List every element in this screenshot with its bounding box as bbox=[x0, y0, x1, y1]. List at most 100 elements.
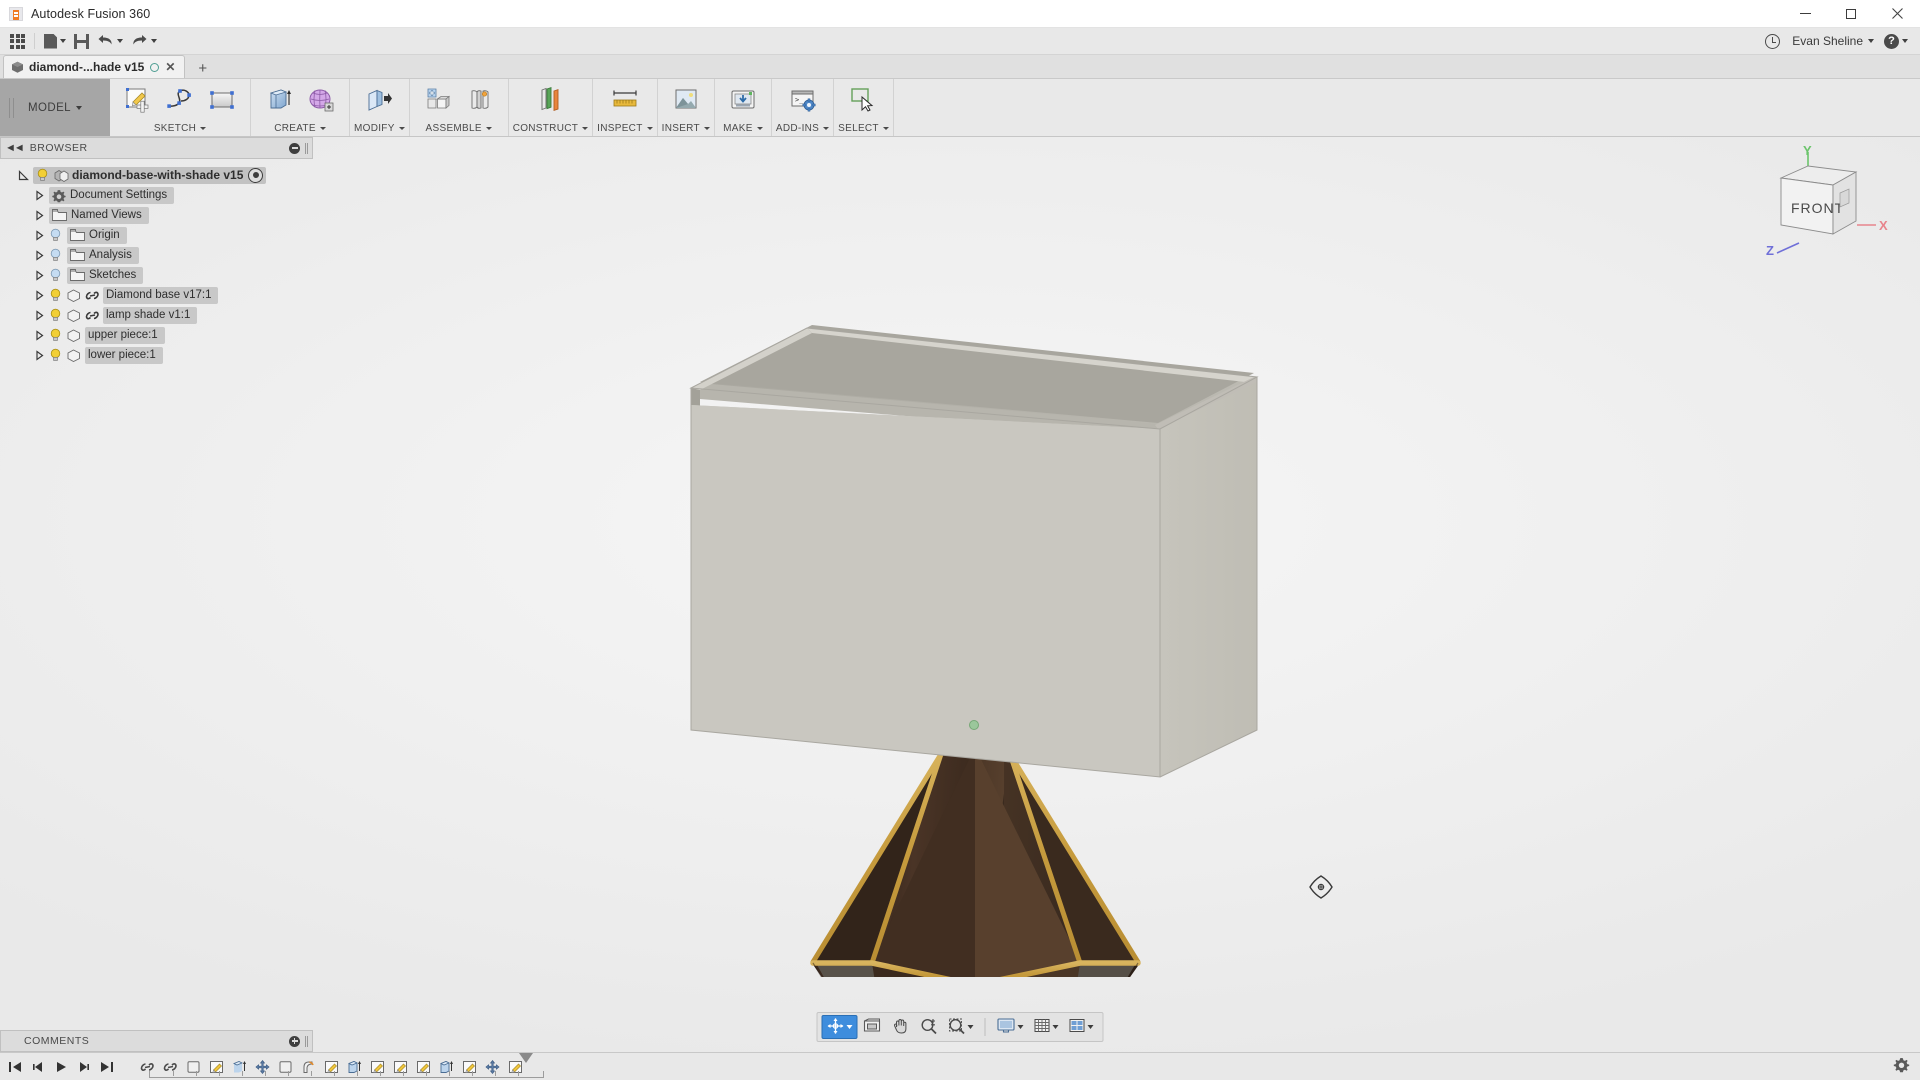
panel-grip-icon[interactable] bbox=[305, 1035, 308, 1047]
expand-arrow-icon[interactable] bbox=[32, 188, 46, 202]
visibility-bulb-icon[interactable] bbox=[49, 248, 62, 262]
minus-circle-icon[interactable] bbox=[289, 142, 300, 154]
tree-item-analysis[interactable]: Analysis bbox=[0, 245, 313, 265]
create-sketch-icon[interactable] bbox=[118, 81, 158, 119]
expand-arrow-icon[interactable] bbox=[32, 268, 46, 282]
ribbon-group-label-assemble[interactable]: ASSEMBLE bbox=[414, 120, 504, 136]
redo-button[interactable] bbox=[127, 30, 161, 52]
extrude-icon[interactable] bbox=[259, 81, 299, 119]
look-at-button[interactable] bbox=[858, 1015, 887, 1039]
collapse-left-icon[interactable]: ◄◄ bbox=[5, 142, 25, 154]
ribbon-group-label-inspect[interactable]: INSPECT bbox=[597, 120, 653, 136]
document-tab-active[interactable]: diamond-...hade v15 ✕ bbox=[3, 55, 186, 78]
viewports-button[interactable] bbox=[1064, 1015, 1099, 1039]
press-pull-icon[interactable] bbox=[359, 81, 399, 119]
visibility-bulb-icon[interactable] bbox=[49, 328, 62, 342]
file-menu-button[interactable] bbox=[40, 30, 70, 52]
expand-arrow-icon[interactable] bbox=[32, 228, 46, 242]
undo-button[interactable] bbox=[93, 30, 127, 52]
job-status-button[interactable] bbox=[1761, 30, 1784, 52]
ribbon-group-label-create[interactable]: CREATE bbox=[255, 120, 345, 136]
ribbon-group-label-insert[interactable]: INSERT bbox=[662, 120, 710, 136]
offset-plane-icon[interactable] bbox=[530, 81, 570, 119]
sculpt-form-icon[interactable] bbox=[301, 81, 341, 119]
visibility-bulb-icon[interactable] bbox=[49, 348, 62, 362]
chevron-down-icon[interactable] bbox=[846, 1025, 853, 1029]
undo-icon bbox=[97, 33, 114, 50]
tree-item-named-views[interactable]: Named Views bbox=[0, 205, 313, 225]
go-to-beginning-button[interactable] bbox=[4, 1056, 26, 1078]
scripts-addins-icon[interactable]: >_ bbox=[783, 81, 823, 119]
display-settings-button[interactable] bbox=[992, 1015, 1029, 1039]
tree-item-root[interactable]: diamond-base-with-shade v15 bbox=[0, 165, 313, 185]
spline-icon[interactable] bbox=[160, 81, 200, 119]
chevron-down-icon[interactable] bbox=[1052, 1025, 1059, 1029]
ribbon-group-label-modify[interactable]: MODIFY bbox=[354, 120, 405, 136]
expand-arrow-icon[interactable] bbox=[32, 308, 46, 322]
expand-arrow-icon[interactable] bbox=[32, 328, 46, 342]
orbit-button[interactable] bbox=[821, 1015, 858, 1039]
select-window-icon[interactable] bbox=[843, 81, 883, 119]
zoom-button[interactable] bbox=[915, 1015, 943, 1039]
workspace-selector[interactable]: MODEL bbox=[0, 79, 110, 136]
tree-item-document-settings[interactable]: Document Settings bbox=[0, 185, 313, 205]
visibility-bulb-icon[interactable] bbox=[49, 268, 62, 282]
visibility-bulb-icon[interactable] bbox=[36, 168, 49, 182]
step-forward-button[interactable] bbox=[73, 1056, 95, 1078]
play-button[interactable] bbox=[50, 1056, 72, 1078]
tree-item-lamp-shade[interactable]: lamp shade v1:1 bbox=[0, 305, 313, 325]
new-tab-button[interactable]: + bbox=[192, 61, 213, 78]
tree-item-diamond-base[interactable]: Diamond base v17:1 bbox=[0, 285, 313, 305]
3d-print-icon[interactable] bbox=[723, 81, 763, 119]
insert-decal-icon[interactable] bbox=[666, 81, 706, 119]
close-button[interactable] bbox=[1874, 0, 1920, 28]
visibility-bulb-icon[interactable] bbox=[49, 228, 62, 242]
tree-item-upper-piece[interactable]: upper piece:1 bbox=[0, 325, 313, 345]
tree-item-origin[interactable]: Origin bbox=[0, 225, 313, 245]
ribbon-group-label-select[interactable]: SELECT bbox=[838, 120, 889, 136]
visibility-bulb-icon[interactable] bbox=[49, 308, 62, 322]
ribbon-group-label-sketch[interactable]: SKETCH bbox=[114, 120, 246, 136]
ribbon-group-label-make[interactable]: MAKE bbox=[719, 120, 767, 136]
tree-item-lower-piece[interactable]: lower piece:1 bbox=[0, 345, 313, 365]
browser-header: ◄◄ BROWSER bbox=[0, 137, 313, 159]
joint-icon[interactable] bbox=[460, 81, 500, 119]
timeline-marker[interactable] bbox=[519, 1052, 533, 1063]
expand-arrow-icon[interactable] bbox=[32, 208, 46, 222]
plus-circle-icon[interactable] bbox=[289, 1035, 300, 1047]
help-button[interactable]: ? bbox=[1880, 30, 1912, 52]
ribbon-group-label-construct[interactable]: CONSTRUCT bbox=[513, 120, 589, 136]
expand-arrow-icon[interactable] bbox=[32, 288, 46, 302]
minimize-button[interactable] bbox=[1782, 0, 1828, 28]
visibility-bulb-icon[interactable] bbox=[49, 288, 62, 302]
view-cube[interactable]: Z Y X FRONT bbox=[1752, 143, 1902, 263]
timeline-settings-button[interactable] bbox=[1893, 1057, 1910, 1077]
chevron-down-icon[interactable] bbox=[1017, 1025, 1024, 1029]
pan-button[interactable] bbox=[887, 1015, 915, 1039]
ribbon-group-label-addins[interactable]: ADD-INS bbox=[776, 120, 830, 136]
chevron-down-icon bbox=[703, 126, 710, 130]
redo-icon bbox=[131, 33, 148, 50]
tree-item-sketches[interactable]: Sketches bbox=[0, 265, 313, 285]
chevron-down-icon[interactable] bbox=[967, 1025, 974, 1029]
expand-arrow-icon[interactable] bbox=[32, 248, 46, 262]
new-component-icon[interactable] bbox=[418, 81, 458, 119]
chevron-down-icon bbox=[319, 126, 326, 130]
expand-arrow-icon[interactable] bbox=[32, 348, 46, 362]
expand-arrow-icon[interactable] bbox=[16, 168, 30, 182]
measure-icon[interactable] bbox=[605, 81, 645, 119]
go-to-end-button[interactable] bbox=[96, 1056, 118, 1078]
grid-snaps-button[interactable] bbox=[1029, 1015, 1064, 1039]
look-at-icon bbox=[863, 1017, 882, 1037]
step-back-button[interactable] bbox=[27, 1056, 49, 1078]
user-account-button[interactable]: Evan Sheline bbox=[1786, 30, 1878, 52]
close-tab-icon[interactable]: ✕ bbox=[165, 61, 175, 73]
rectangle-icon[interactable] bbox=[202, 81, 242, 119]
panel-grip-icon[interactable] bbox=[305, 142, 308, 154]
maximize-button[interactable] bbox=[1828, 0, 1874, 28]
save-button[interactable] bbox=[70, 30, 93, 52]
chevron-down-icon[interactable] bbox=[1087, 1025, 1094, 1029]
root-visibility-icon[interactable] bbox=[248, 167, 264, 183]
data-panel-button[interactable] bbox=[6, 30, 29, 52]
zoom-window-button[interactable] bbox=[943, 1015, 979, 1039]
